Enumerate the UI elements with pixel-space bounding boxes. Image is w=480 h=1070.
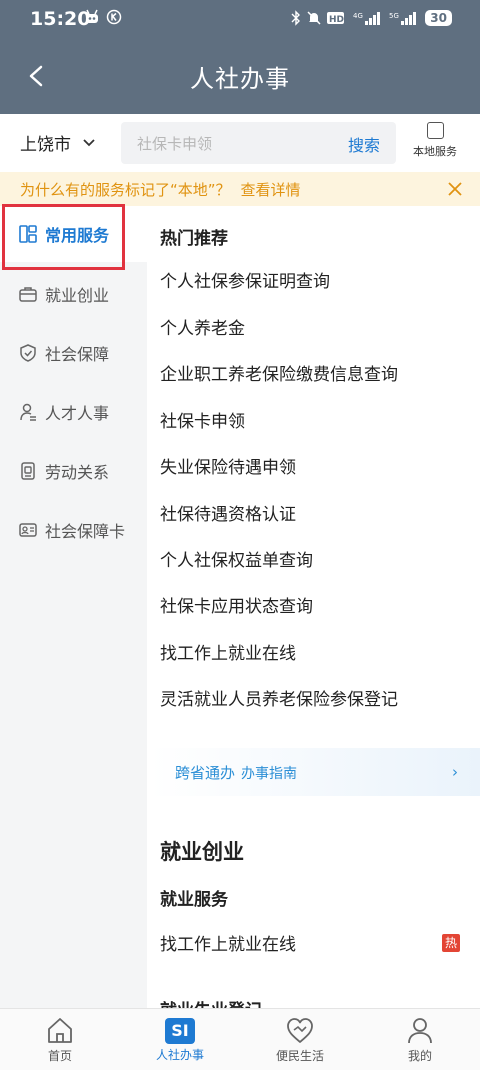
local-service-toggle[interactable]: 本地服务 (404, 120, 466, 159)
user-icon (408, 1018, 432, 1044)
category-sidebar: 常用服务 就业创业 社会保障 人才人事 劳动关系 社会保障卡 (0, 206, 147, 1008)
hd-icon: HD (327, 12, 344, 25)
document-icon (21, 462, 35, 480)
service-item[interactable]: 找工作上就业在线 (160, 930, 296, 955)
sidebar-item-label: 社会保障 (45, 345, 110, 364)
notice-text: 为什么有的服务标记了“本地”？ (20, 181, 231, 199)
chevron-down-icon (83, 138, 95, 146)
k-circle-icon (106, 9, 122, 25)
section-title: 热门推荐 (160, 229, 228, 249)
local-service-label: 本地服务 (413, 145, 457, 158)
banner-title: 跨省通办 (175, 764, 236, 782)
group-title: 就业创业 (160, 840, 244, 864)
tab-life[interactable]: 便民生活 (240, 1009, 360, 1070)
tab-mine[interactable]: 我的 (360, 1009, 480, 1070)
svg-text:4G: 4G (353, 12, 363, 20)
header-bar: 人社办事 (0, 38, 480, 114)
service-item[interactable]: 社保卡申领 (160, 407, 245, 432)
highlight-box-sidebar (2, 204, 125, 270)
subgroup-title: 就业失业登记 (160, 996, 262, 1008)
city-selector[interactable]: 上饶市 (20, 130, 95, 155)
status-bar: 15:20 HD 4G 5G 30 (0, 0, 480, 38)
person-icon (20, 403, 36, 421)
close-icon[interactable] (448, 182, 462, 196)
search-input[interactable]: 社保卡申领 搜索 (121, 122, 396, 164)
service-item[interactable]: 企业职工养老保险缴费信息查询 (160, 360, 398, 385)
sidebar-item-label: 社会保障卡 (45, 522, 126, 541)
service-item[interactable]: 社保卡应用状态查询 (160, 592, 313, 617)
notice-detail-link[interactable]: 查看详情 (241, 181, 301, 199)
subgroup-title: 就业服务 (160, 890, 228, 910)
city-label: 上饶市 (20, 135, 71, 155)
battery-level: 30 (425, 10, 452, 26)
service-item[interactable]: 灵活就业人员养老保险参保登记 (160, 685, 398, 710)
service-item[interactable]: 个人社保参保证明查询 (160, 267, 330, 292)
sidebar-item-labor[interactable]: 劳动关系 (0, 443, 147, 499)
bluetooth-icon (291, 10, 301, 26)
status-time: 15:20 (30, 8, 91, 30)
search-row: 上饶市 社保卡申领 搜索 本地服务 (0, 114, 480, 172)
mute-icon (307, 11, 321, 25)
briefcase-icon (19, 287, 37, 302)
tab-label: 便民生活 (275, 1049, 324, 1063)
home-icon (48, 1018, 72, 1043)
search-placeholder: 社保卡申领 (137, 135, 213, 153)
sidebar-item-employment[interactable]: 就业创业 (0, 266, 147, 322)
handshake-heart-icon (287, 1018, 313, 1043)
5g-signal-icon: 5G (389, 12, 417, 25)
4g-signal-icon: 4G (353, 12, 381, 25)
tab-label: 首页 (47, 1049, 72, 1063)
tab-label: 我的 (407, 1049, 432, 1063)
svg-text:5G: 5G (389, 12, 399, 20)
si-icon: SI (165, 1018, 195, 1044)
chevron-right-icon: › (452, 763, 458, 781)
service-item[interactable]: 个人社保权益单查询 (160, 546, 313, 571)
bottom-tab-bar: 首页 SI 人社办事 便民生活 我的 (0, 1008, 480, 1070)
cross-province-banner[interactable]: 跨省通办 办事指南 › (151, 748, 480, 796)
bot-icon (86, 9, 98, 23)
search-button[interactable]: 搜索 (348, 132, 380, 156)
tab-services[interactable]: SI 人社办事 (120, 1009, 240, 1070)
page-title: 人社办事 (190, 65, 290, 93)
sidebar-item-talent[interactable]: 人才人事 (0, 384, 147, 440)
notice-bar: 为什么有的服务标记了“本地”？ 查看详情 (0, 172, 480, 206)
service-item[interactable]: 社保待遇资格认证 (160, 500, 296, 525)
sidebar-item-social-security[interactable]: 社会保障 (0, 325, 147, 381)
service-list-panel: 热门推荐 个人社保参保证明查询 个人养老金 企业职工养老保险缴费信息查询 社保卡… (147, 206, 480, 1008)
sidebar-item-ss-card[interactable]: 社会保障卡 (0, 502, 147, 558)
shield-icon (20, 344, 36, 362)
hot-badge: 热 (442, 934, 460, 952)
tab-label: 人社办事 (155, 1048, 204, 1062)
service-item[interactable]: 找工作上就业在线 (160, 639, 296, 664)
service-item[interactable]: 个人养老金 (160, 314, 245, 339)
local-service-checkbox[interactable] (426, 122, 444, 139)
sidebar-item-label: 劳动关系 (45, 463, 110, 482)
sidebar-item-label: 人才人事 (45, 404, 110, 423)
svg-text:HD: HD (329, 15, 344, 25)
tab-home[interactable]: 首页 (0, 1009, 120, 1070)
banner-subtitle: 办事指南 (241, 766, 298, 782)
service-item-unemployment[interactable]: 失业保险待遇申领 (160, 453, 296, 478)
sidebar-item-label: 就业创业 (45, 286, 110, 305)
id-card-icon (19, 523, 37, 537)
